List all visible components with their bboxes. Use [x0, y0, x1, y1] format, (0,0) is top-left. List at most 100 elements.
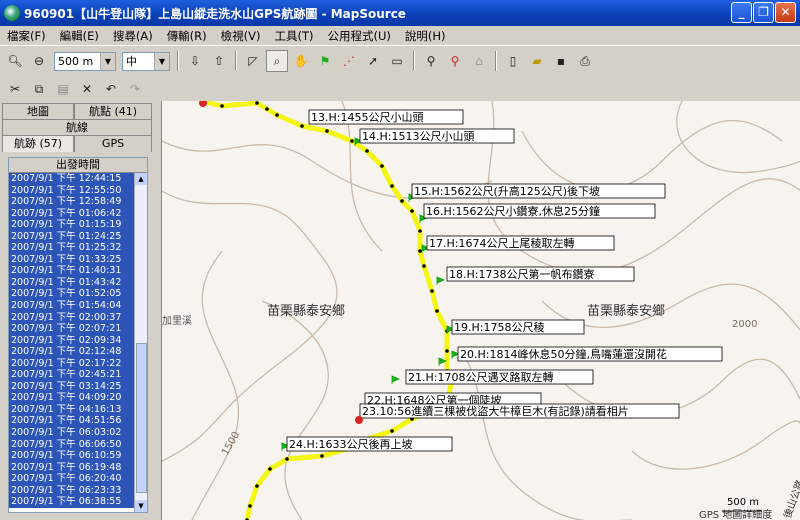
route-tool-icon[interactable]: ⋰ — [338, 50, 360, 72]
track-list-row[interactable]: 2007/9/1 下午 12:44:15 — [9, 173, 147, 185]
measure-icon[interactable]: ▭ — [386, 50, 408, 72]
track-list-row[interactable]: 2007/9/1 下午 01:43:42 — [9, 276, 147, 289]
paste-icon[interactable]: ▤ — [52, 78, 74, 100]
menu-tools[interactable]: 工具(T) — [268, 28, 321, 44]
select-arrow-icon[interactable]: ➚ — [362, 50, 384, 72]
zoom-in-icon[interactable]: 🔍︎ — [4, 50, 26, 72]
print-icon[interactable]: ⎙ — [574, 50, 596, 72]
waypoint-label[interactable]: 14.H:1513公尺小山頭 — [362, 130, 474, 143]
menu-file[interactable]: 檔案(F) — [0, 28, 53, 44]
track-list-row[interactable]: 2007/9/1 下午 04:09:20 — [9, 392, 147, 404]
map-detail-select[interactable]: 中 ▼ — [122, 51, 170, 71]
track-list-row[interactable]: 2007/9/1 下午 01:54:04 — [9, 300, 147, 312]
copy-icon[interactable]: ⧉ — [28, 78, 50, 100]
list-scrollbar[interactable]: ▲ ▼ — [134, 173, 147, 512]
undo-icon[interactable]: ↶ — [100, 78, 122, 100]
track-list-row[interactable]: 2007/9/1 下午 06:19:48 — [9, 461, 147, 474]
chevron-down-icon[interactable]: ▼ — [100, 52, 115, 70]
send-to-device-icon[interactable]: ⇧ — [208, 50, 230, 72]
track-list-row[interactable]: 2007/9/1 下午 01:33:25 — [9, 253, 147, 266]
track-rows: 2007/9/1 下午 12:44:15 2007/9/1 下午 12:55:50… — [9, 173, 147, 508]
find-nearest-icon[interactable]: ⚲ — [444, 50, 466, 72]
menu-search[interactable]: 搜尋(A) — [106, 28, 160, 44]
title-bar[interactable]: 960901【山牛登山隊】上島山縱走洗水山GPS航跡圖 - MapSource … — [0, 0, 800, 26]
track-list-row[interactable]: 2007/9/1 下午 12:55:50 — [9, 184, 147, 197]
minimize-button[interactable]: _ — [731, 2, 752, 23]
scroll-up-icon[interactable]: ▲ — [135, 173, 147, 185]
waypoint-label[interactable]: 19.H:1758公尺稜 — [454, 321, 544, 334]
track-list-row[interactable]: 2007/9/1 下午 06:20:40 — [9, 473, 147, 485]
find-binoculars-icon[interactable]: ⚲ — [420, 50, 442, 72]
track-list-row[interactable]: 2007/9/1 下午 06:38:55 — [9, 496, 147, 508]
waypoint-label[interactable]: 13.H:1455公尺小山頭 — [311, 111, 423, 124]
track-list-row[interactable]: 2007/9/1 下午 03:14:25 — [9, 380, 147, 393]
tab-gps[interactable]: GPS — [74, 135, 152, 152]
track-list-row[interactable]: 2007/9/1 下午 06:06:50 — [9, 438, 147, 451]
track-list-row[interactable]: 2007/9/1 下午 12:58:49 — [9, 196, 147, 208]
track-list-row[interactable]: 2007/9/1 下午 01:06:42 — [9, 207, 147, 220]
topo-map[interactable]: 13.H:1455公尺小山頭 14.H:1513公尺小山頭 15.H:1562公尺(… — [162, 101, 800, 520]
tab-routes[interactable]: 航線 — [2, 119, 152, 136]
track-list-row[interactable]: 2007/9/1 下午 06:23:33 — [9, 484, 147, 497]
track-point — [268, 467, 272, 471]
track-list-row[interactable]: 2007/9/1 下午 02:12:48 — [9, 346, 147, 358]
chevron-down-icon[interactable]: ▼ — [154, 52, 169, 70]
track-list-row[interactable]: 2007/9/1 下午 06:03:02 — [9, 427, 147, 439]
scroll-down-icon[interactable]: ▼ — [135, 500, 147, 512]
waypoint-label[interactable]: 21.H:1708公尺遇叉路取左轉 — [408, 371, 553, 384]
redo-icon[interactable]: ↷ — [124, 78, 146, 100]
find-place-icon[interactable]: ⌂ — [468, 50, 490, 72]
waypoint-flag-icon[interactable] — [436, 276, 446, 285]
waypoint-flag-icon[interactable]: ⚑ — [314, 50, 336, 72]
track-list-row[interactable]: 2007/9/1 下午 02:17:22 — [9, 357, 147, 370]
waypoint-label[interactable]: 18.H:1738公尺第一帆布鑽寮 — [449, 267, 594, 281]
close-button[interactable]: ✕ — [775, 2, 796, 23]
column-header-start-time[interactable]: 出發時間 — [9, 158, 147, 173]
track-list-row[interactable]: 2007/9/1 下午 02:45:21 — [9, 369, 147, 381]
cut-scissors-icon[interactable]: ✂ — [4, 78, 26, 100]
receive-from-device-icon[interactable]: ⇩ — [184, 50, 206, 72]
tab-row-middle: 航線 — [2, 119, 152, 136]
waypoint-flag-icon[interactable] — [391, 375, 401, 384]
track-list-row[interactable]: 2007/9/1 下午 01:15:19 — [9, 219, 147, 231]
tab-tracks[interactable]: 航跡 (57) — [2, 135, 74, 152]
zoom-scale-select[interactable]: 500 m ▼ — [54, 51, 116, 71]
map-tool-icon[interactable]: ◸ — [242, 50, 264, 72]
waypoint-label[interactable]: 15.H:1562公尺(升高125公尺)後下坡 — [414, 184, 600, 198]
tab-waypoints[interactable]: 航點 (41) — [74, 103, 152, 120]
track-list-row[interactable]: 2007/9/1 下午 04:16:13 — [9, 403, 147, 416]
delete-x-icon[interactable]: ✕ — [76, 78, 98, 100]
tab-row-top: 地圖 航點 (41) — [2, 103, 152, 120]
track-list-row[interactable]: 2007/9/1 下午 04:51:56 — [9, 415, 147, 428]
track-list-row[interactable]: 2007/9/1 下午 01:52:05 — [9, 288, 147, 301]
window-title: 960901【山牛登山隊】上島山縱走洗水山GPS航跡圖 - MapSource — [24, 6, 406, 21]
menu-edit[interactable]: 編輯(E) — [53, 28, 106, 44]
open-folder-icon[interactable]: ▰ — [526, 50, 548, 72]
tab-maps[interactable]: 地圖 — [2, 103, 74, 120]
save-disk-icon[interactable]: ▪ — [550, 50, 572, 72]
track-list-row[interactable]: 2007/9/1 下午 06:10:59 — [9, 450, 147, 462]
menu-transfer[interactable]: 傳輸(R) — [160, 28, 214, 44]
scroll-thumb[interactable] — [136, 343, 147, 493]
track-list-row[interactable]: 2007/9/1 下午 01:25:32 — [9, 242, 147, 254]
zoom-tool-icon[interactable]: ⌕ — [266, 50, 288, 72]
zoom-out-icon[interactable]: ⊖ — [28, 50, 50, 72]
waypoint-label[interactable]: 16.H:1562公尺小鑽寮,休息25分鐘 — [426, 204, 600, 218]
hand-pan-icon[interactable]: ✋ — [290, 50, 312, 72]
waypoint-label[interactable]: 20.H:1814峰休息50分鐘,鳥嘴蓮還沒開花 — [460, 347, 667, 361]
track-list-row[interactable]: 2007/9/1 下午 01:40:31 — [9, 265, 147, 277]
menu-view[interactable]: 檢視(V) — [214, 28, 268, 44]
menu-help[interactable]: 說明(H) — [398, 28, 453, 44]
waypoint-label[interactable]: 23.10:56進續三棵被伐盜大牛樟巨木(有記錄)請看相片 — [362, 404, 629, 418]
map-view[interactable]: 13.H:1455公尺小山頭 14.H:1513公尺小山頭 15.H:1562公尺(… — [161, 101, 800, 520]
waypoint-label[interactable]: 17.H:1674公尺上尾稜取左轉 — [429, 237, 574, 250]
new-file-icon[interactable]: ▯ — [502, 50, 524, 72]
maximize-button[interactable]: ❐ — [753, 2, 774, 23]
menu-utilities[interactable]: 公用程式(U) — [321, 28, 398, 44]
track-list-row[interactable]: 2007/9/1 下午 02:09:34 — [9, 334, 147, 347]
track-list-row[interactable]: 2007/9/1 下午 01:24:25 — [9, 230, 147, 243]
track-list-row[interactable]: 2007/9/1 下午 02:07:21 — [9, 323, 147, 335]
waypoint-label[interactable]: 24.H:1633公尺後再上坡 — [289, 437, 412, 451]
track-list-row[interactable]: 2007/9/1 下午 02:00:37 — [9, 311, 147, 324]
track-list[interactable]: 出發時間 2007/9/1 下午 12:44:15 2007/9/1 下午 12:… — [8, 157, 148, 513]
